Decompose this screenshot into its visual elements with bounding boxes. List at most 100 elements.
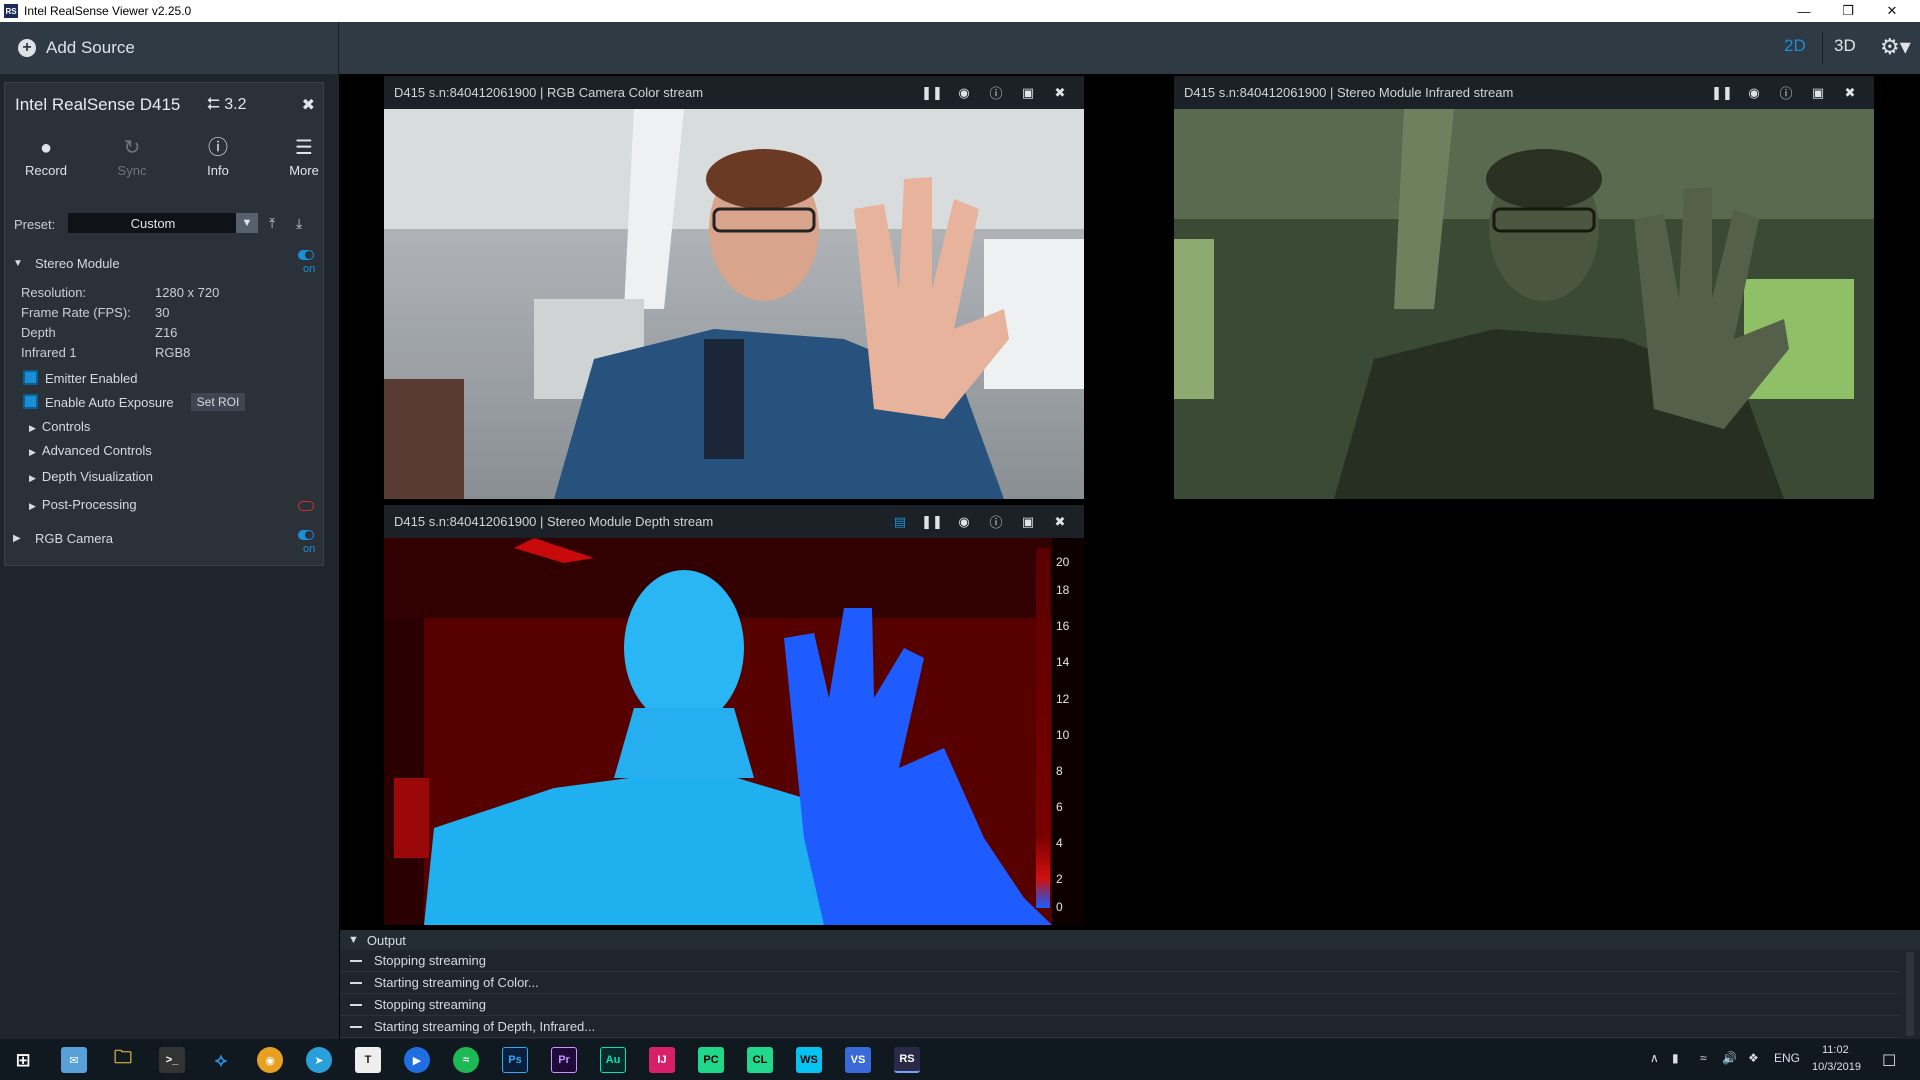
histogram-icon[interactable]: ▤ (884, 514, 916, 530)
add-source-button[interactable]: + Add Source (0, 22, 339, 74)
intellij-icon[interactable]: IJ (649, 1047, 675, 1073)
close-icon[interactable]: ✖ (1044, 85, 1076, 101)
record-button[interactable]: ● Record (11, 133, 81, 178)
color-frame-image[interactable] (384, 109, 1084, 499)
emitter-enabled-checkbox[interactable] (23, 370, 38, 385)
depth-scale-label: 0 (1056, 900, 1063, 914)
battery-icon[interactable]: ▮ (1672, 1051, 1679, 1065)
vscode-icon[interactable]: ⟡ (208, 1047, 234, 1073)
sync-label: Sync (117, 163, 147, 178)
chrome-icon[interactable]: ◉ (257, 1047, 283, 1073)
info-icon[interactable]: ⓘ (980, 512, 1012, 531)
depth-stream-header: D415 s.n:840412061900 | Stereo Module De… (384, 505, 1084, 538)
restore-button[interactable]: ❐ (1826, 0, 1870, 22)
start-windows-icon[interactable]: ⊞ (10, 1047, 36, 1073)
depth-scale-label: 10 (1056, 728, 1070, 742)
maximize-icon[interactable]: ▣ (1012, 85, 1044, 101)
preset-dropdown-arrow-icon[interactable]: ▼ (236, 213, 258, 233)
depth-scale-label: 8 (1056, 764, 1063, 778)
dropbox-icon[interactable]: ❖ (1748, 1051, 1759, 1065)
infrared-format-value[interactable]: RGB8 (155, 345, 190, 360)
webstorm-icon[interactable]: WS (796, 1047, 822, 1073)
fps-value[interactable]: 30 (155, 305, 169, 320)
stereo-module-header[interactable]: ▼ Stereo Module (13, 256, 120, 271)
info-icon[interactable]: ⓘ (1770, 83, 1802, 102)
log-text: Stopping streaming (374, 953, 487, 968)
collapsed-triangle-icon: ▶ (29, 447, 36, 457)
file-explorer-icon[interactable]: 🗀 (110, 1047, 136, 1073)
pause-icon[interactable]: ❚❚ (1706, 85, 1738, 101)
clion-icon[interactable]: CL (747, 1047, 773, 1073)
close-icon[interactable]: ✖ (1834, 85, 1866, 101)
tray-chevron-icon[interactable]: ∧ (1650, 1051, 1659, 1065)
more-label: More (289, 163, 319, 178)
stereo-module-toggle[interactable] (298, 250, 314, 260)
camera-snapshot-icon[interactable]: ◉ (948, 85, 980, 101)
minimize-button[interactable]: — (1782, 0, 1826, 22)
post-processing-toggle[interactable] (298, 501, 314, 511)
output-scrollbar[interactable] (1906, 952, 1914, 1036)
close-window-button[interactable]: ✕ (1870, 0, 1914, 22)
info-button[interactable]: ⓘ Info (183, 133, 253, 178)
app-icon: RS (4, 4, 18, 18)
clock-time[interactable]: 11:02 (1822, 1044, 1849, 1056)
set-roi-button[interactable]: Set ROI (191, 393, 245, 411)
volume-icon[interactable]: 🔊 (1722, 1051, 1737, 1065)
terminal-icon[interactable]: >_ (159, 1047, 185, 1073)
info-icon[interactable]: ⓘ (980, 83, 1012, 102)
sync-button[interactable]: ↻ Sync (97, 133, 167, 178)
mail-app-icon[interactable]: ✉ (61, 1047, 87, 1073)
premiere-icon[interactable]: Pr (551, 1047, 577, 1073)
infrared-frame-image[interactable] (1174, 109, 1874, 499)
depth-visualization-section[interactable]: ▶ Depth Visualization (29, 469, 153, 484)
expand-triangle-icon: ▼ (348, 934, 359, 946)
pycharm-icon[interactable]: PC (698, 1047, 724, 1073)
rgb-camera-header[interactable]: ▶ RGB Camera (13, 531, 113, 546)
preset-dropdown[interactable]: Custom (68, 213, 258, 233)
log-line: Stopping streaming (340, 994, 1900, 1016)
post-processing-section[interactable]: ▶ Post-Processing (29, 497, 137, 512)
photoshop-icon[interactable]: Ps (502, 1047, 528, 1073)
view-2d-button[interactable]: 2D (1784, 36, 1806, 56)
pause-icon[interactable]: ❚❚ (916, 85, 948, 101)
audition-icon[interactable]: Au (600, 1047, 626, 1073)
rgb-camera-toggle[interactable] (298, 530, 314, 540)
rgb-camera-on-label: on (303, 543, 316, 555)
notification-icon[interactable]: ☐ (1882, 1051, 1896, 1071)
upload-preset-icon[interactable]: ⤒ (269, 215, 275, 232)
realsense-taskbar-icon[interactable]: RS (894, 1047, 920, 1073)
telegram-icon[interactable]: ➤ (306, 1047, 332, 1073)
camera-snapshot-icon[interactable]: ◉ (1738, 85, 1770, 101)
remove-device-close-icon[interactable]: ✖ (302, 95, 315, 115)
wifi-icon[interactable]: ≈ (1700, 1051, 1707, 1065)
output-header[interactable]: ▼ Output (340, 930, 1920, 950)
minus-icon (350, 981, 362, 984)
virtualbox-icon[interactable]: VS (845, 1047, 871, 1073)
download-preset-icon[interactable]: ⤓ (296, 215, 302, 232)
media-player-icon[interactable]: ▶ (404, 1047, 430, 1073)
color-stream-title: D415 s.n:840412061900 | RGB Camera Color… (394, 85, 704, 100)
auto-exposure-label: Enable Auto Exposure (45, 395, 174, 410)
language-indicator[interactable]: ENG (1774, 1051, 1800, 1065)
resolution-value[interactable]: 1280 x 720 (155, 285, 219, 300)
camera-snapshot-icon[interactable]: ◉ (948, 514, 980, 530)
spotify-icon[interactable]: ≈ (453, 1047, 479, 1073)
close-icon[interactable]: ✖ (1044, 514, 1076, 530)
depth-scale-label: 20 (1056, 555, 1070, 569)
controls-section[interactable]: ▶ Controls (29, 419, 90, 434)
depth-format-value[interactable]: Z16 (155, 325, 177, 340)
maximize-icon[interactable]: ▣ (1802, 85, 1834, 101)
collapsed-triangle-icon: ▶ (29, 501, 36, 511)
auto-exposure-checkbox[interactable] (23, 394, 38, 409)
pause-icon[interactable]: ❚❚ (916, 514, 948, 530)
typora-icon[interactable]: T (355, 1047, 381, 1073)
depth-frame-image[interactable] (384, 538, 1084, 925)
view-3d-button[interactable]: 3D (1834, 36, 1856, 56)
left-panel-scrollbar[interactable] (327, 74, 337, 1039)
settings-gear-icon[interactable]: ⚙▾ (1880, 34, 1911, 60)
maximize-icon[interactable]: ▣ (1012, 514, 1044, 530)
clock-date[interactable]: 10/3/2019 (1812, 1061, 1861, 1073)
depth-visualization-label: Depth Visualization (41, 469, 153, 484)
advanced-controls-section[interactable]: ▶ Advanced Controls (29, 443, 152, 458)
sync-icon: ↻ (123, 137, 141, 159)
